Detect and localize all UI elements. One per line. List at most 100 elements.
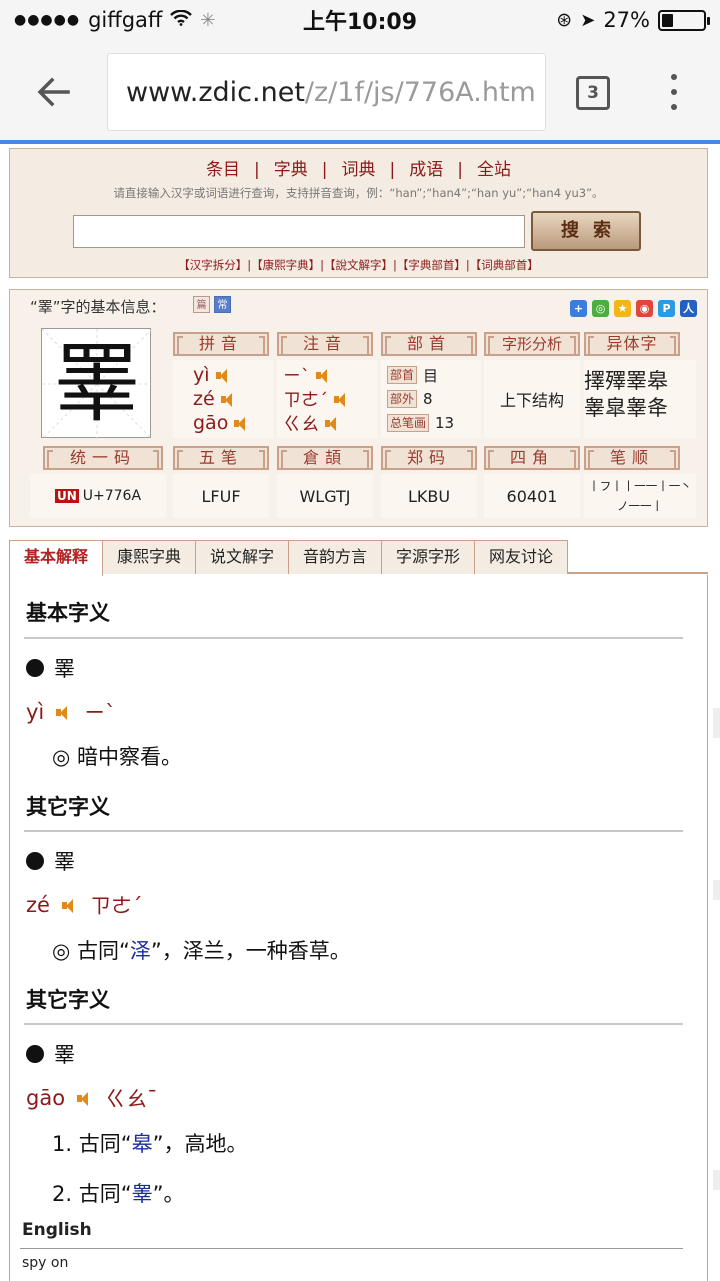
pinyin-row: yì (193, 363, 273, 387)
wifi-icon (170, 9, 193, 31)
label-bishun: 笔顺 (584, 446, 680, 470)
pinyin-cell: yì zé gāo (173, 360, 273, 438)
renren-icon[interactable]: 人 (680, 300, 697, 317)
zhuyin-gao: ㄍㄠ (283, 414, 319, 435)
zhuyin-yi: ㄧˋ (283, 366, 310, 387)
label-zhuyin: 注音 (277, 332, 373, 356)
label-wubi: 五笔 (173, 446, 269, 470)
tab-yinyun[interactable]: 音韵方言 (288, 540, 382, 574)
overflow-menu-icon[interactable] (660, 72, 688, 112)
sub-links[interactable]: 【汉字拆分】|【康熙字典】|【說文解字】|【字典部首】|【词典部首】 (10, 257, 707, 273)
pinyin-yi: yì (193, 364, 210, 386)
side-scroll-mark (713, 1170, 720, 1190)
speaker-icon[interactable] (316, 368, 332, 383)
variants-line-1[interactable]: 擇殬睪皋 (584, 368, 696, 395)
info-title: “睪”字的基本信息： (30, 298, 166, 316)
tab-basic[interactable]: 基本解释 (9, 540, 103, 576)
qzone-icon[interactable]: ★ (614, 300, 631, 317)
zhuyin-cell: ㄧˋ ㄗㄜˊ ㄍㄠ (277, 360, 377, 438)
side-scroll-mark (713, 880, 720, 900)
url-bar[interactable]: www.zdic.net/z/1f/js/776A.htm (107, 53, 546, 131)
back-arrow-icon[interactable] (32, 70, 76, 114)
bishun-cell: 丨フ丨丨一一丨一丶 ノ一一丨 (584, 474, 696, 518)
zixing-cell: 上下结构 (484, 360, 580, 438)
wubi-value: LFUF (201, 486, 241, 506)
nav-separator: | (389, 160, 396, 180)
definition-line: ◎ 古同“泽”，泽兰，一种香草。 (52, 935, 351, 965)
speaker-icon[interactable] (220, 392, 237, 407)
label-zixing: 字形分析 (484, 332, 580, 356)
share-icons: + ◎ ★ ◉ P 人 (570, 300, 697, 317)
char-link[interactable]: 皋 (132, 1132, 153, 1156)
bullet-icon (26, 1045, 44, 1063)
tag-bushou: 部首 (387, 366, 418, 384)
speaker-icon[interactable] (56, 705, 72, 720)
speaker-icon[interactable] (334, 392, 350, 407)
nav-item-site[interactable]: 全站 (477, 155, 511, 180)
entry-char: 睪 (26, 653, 75, 683)
yiti-cell: 擇殬睪皋 睾皐睾夅 (584, 360, 696, 438)
tab-kangxi[interactable]: 康熙字典 (102, 540, 196, 574)
english-text: spy on (22, 1255, 69, 1271)
signal-icon: ●●●●● (14, 12, 81, 28)
tab-discussion[interactable]: 网友讨论 (474, 540, 568, 574)
label-unicode: 统一码 (43, 446, 163, 470)
label-zhengma: 郑码 (381, 446, 477, 470)
speaker-icon[interactable] (61, 898, 78, 913)
zhuyin-row: ㄗㄜˊ (283, 387, 377, 411)
divider (24, 830, 683, 832)
definition-line: 2. 古同“睾”。 (52, 1178, 184, 1208)
speaker-icon[interactable] (215, 368, 232, 383)
tencent-weibo-icon[interactable]: P (658, 300, 675, 317)
value-bushou[interactable]: 目 (423, 365, 438, 386)
speaker-icon[interactable] (77, 1091, 93, 1106)
divider (24, 1023, 683, 1025)
search-hint: 请直接输入汉字或词语进行查询，支持拼音查询，例：“han”;“han4”;“ha… (113, 186, 604, 200)
status-bar: ●●●●● giffgaff ✳ 上午10:09 ⊛ ➤ 27% (0, 0, 720, 40)
character-box: 睪 (41, 328, 152, 439)
nav-separator: | (457, 160, 463, 180)
section-heading: 其它字义 (26, 988, 110, 1012)
definition-line: ◎ 暗中察看。 (52, 745, 182, 769)
nav-item-entries[interactable]: 条目 (206, 155, 240, 180)
zhuyin-text: ㄗㄜˊ (89, 894, 143, 918)
cangjie-value: WLGTJ (299, 486, 351, 506)
nav-item-idioms[interactable]: 成语 (409, 155, 443, 180)
badge-common[interactable]: 常 (214, 296, 231, 313)
search-input[interactable] (73, 215, 525, 248)
share-plus-icon[interactable]: + (570, 300, 587, 317)
zhuyin-text: ㄧˋ (84, 701, 116, 725)
nav-separator: | (254, 160, 260, 180)
bullet-icon (26, 659, 44, 677)
tab-shuowen[interactable]: 说文解字 (195, 540, 289, 574)
nav-item-dictionary[interactable]: 字典 (274, 155, 308, 180)
entry-char: 睪 (26, 846, 75, 876)
speaker-icon[interactable] (234, 416, 250, 431)
bushou-row: 部首目 (387, 363, 481, 387)
speaker-icon[interactable] (325, 416, 341, 431)
char-link[interactable]: 泽 (130, 939, 151, 963)
char-link[interactable]: 睾 (132, 1182, 153, 1206)
variants-line-2[interactable]: 睾皐睾夅 (584, 395, 696, 422)
unicode-logo-icon: UN (54, 489, 79, 503)
activity-spinner-icon: ✳ (200, 9, 216, 31)
label-bushou: 部首 (381, 332, 477, 356)
sijiao-value: 60401 (506, 486, 558, 506)
url-domain: www.zdic.net (126, 77, 305, 108)
search-button[interactable]: 搜索 (531, 211, 641, 251)
location-arrow-icon: ➤ (580, 9, 596, 31)
definition-text: 1. 古同“ (52, 1132, 132, 1156)
big-character: 睪 (54, 334, 140, 434)
cangjie-cell: WLGTJ (277, 474, 373, 518)
battery-percent: 27% (603, 8, 650, 32)
bishun-line-1: 丨フ丨丨一一丨一丶 (588, 479, 692, 493)
nav-item-words[interactable]: 词典 (342, 155, 376, 180)
tab-ziyuan[interactable]: 字源字形 (381, 540, 475, 574)
tab-bar: 基本解释 康熙字典 说文解字 音韵方言 字源字形 网友讨论 (9, 538, 708, 576)
tab-switcher-button[interactable]: 3 (576, 76, 610, 110)
entry-char-text: 睪 (54, 850, 75, 874)
wechat-icon[interactable]: ◎ (592, 300, 609, 317)
badge-pian[interactable]: 篇 (193, 296, 210, 313)
label-cangjie: 倉頡 (277, 446, 373, 470)
weibo-icon[interactable]: ◉ (636, 300, 653, 317)
